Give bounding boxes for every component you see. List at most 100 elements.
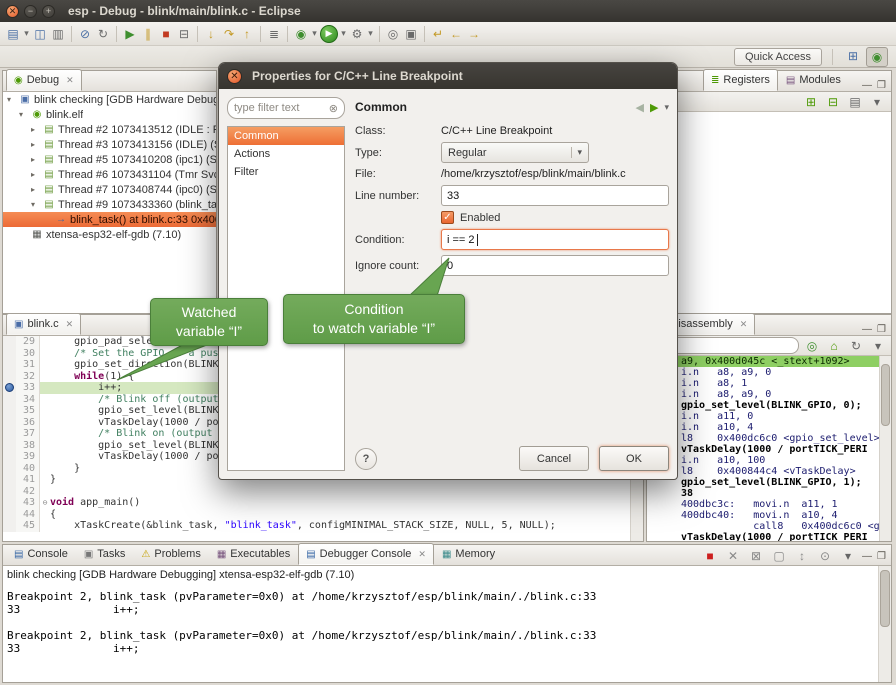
expand-arrow-icon[interactable]: ▸ xyxy=(31,140,40,149)
instruction-stepping-icon[interactable]: ≣ xyxy=(265,25,283,43)
dialog-titlebar[interactable]: ✕ Properties for C/C++ Line Breakpoint xyxy=(219,63,677,89)
expand-arrow-icon[interactable]: ▸ xyxy=(31,170,40,179)
forward-history-icon[interactable]: → xyxy=(465,25,483,43)
remove-all-launches-icon[interactable]: ⊠ xyxy=(747,547,765,565)
breakpoint-ruler[interactable] xyxy=(3,440,16,452)
breakpoint-ruler[interactable] xyxy=(3,382,16,394)
tab-modules[interactable]: ▤ Modules xyxy=(778,69,849,91)
tab-debugger-console[interactable]: ▤Debugger Console✕ xyxy=(298,543,434,565)
suspend-icon[interactable]: ∥ xyxy=(139,25,157,43)
breakpoint-ruler[interactable] xyxy=(3,405,16,417)
breakpoint-ruler[interactable] xyxy=(3,509,16,521)
maximize-button[interactable]: ❐ xyxy=(877,551,886,562)
scroll-lock-icon[interactable]: ↕ xyxy=(793,547,811,565)
view-menu-icon[interactable]: ▾ xyxy=(664,102,669,113)
breakpoint-ruler[interactable] xyxy=(3,394,16,406)
console-output[interactable]: blink checking [GDB Hardware Debugging] … xyxy=(3,566,879,682)
fold-marker[interactable]: ⊖ xyxy=(40,497,50,509)
debug-tree-item[interactable]: ▾▤Thread #9 1073433360 (blink_task xyxy=(3,197,216,212)
tab-debug[interactable]: ◉ Debug ✕ xyxy=(6,69,82,91)
breakpoint-ruler[interactable] xyxy=(3,451,16,463)
tab-blink-c[interactable]: ▣ blink.c ✕ xyxy=(6,313,81,335)
ok-button[interactable]: OK xyxy=(599,446,669,471)
disassembly-line[interactable]: i.n a8, a9, 0 xyxy=(647,389,880,400)
window-close-button[interactable]: ✕ xyxy=(6,5,19,18)
disassembly-line[interactable]: call8 0x400dc6c0 <gpio_set_level> xyxy=(647,521,880,532)
clear-console-icon[interactable]: ▢ xyxy=(770,547,788,565)
pin-console-icon[interactable]: ⊙ xyxy=(816,547,834,565)
sync-pc-icon[interactable]: ◎ xyxy=(803,337,821,355)
window-maximize-button[interactable]: + xyxy=(42,5,55,18)
breakpoint-ruler[interactable] xyxy=(3,486,16,498)
section-item-actions[interactable]: Actions xyxy=(228,145,344,163)
tab-console[interactable]: ▤Console xyxy=(6,543,76,565)
debug-tree-item[interactable]: ▦xtensa-esp32-elf-gdb (7.10) xyxy=(3,227,216,242)
refresh-icon[interactable]: ↻ xyxy=(847,337,865,355)
close-icon[interactable]: ✕ xyxy=(418,549,426,560)
disassembly-line[interactable]: vTaskDelay(1000 / portTICK_PERI xyxy=(647,444,880,455)
step-return-icon[interactable]: ↑ xyxy=(238,25,256,43)
debug-tree-item[interactable]: ▸▤Thread #5 1073410208 (ipc1) (Susp xyxy=(3,152,216,167)
disassembly-line[interactable]: l8 0x400844c4 <vTaskDelay> xyxy=(647,466,880,477)
new-wizard-icon[interactable]: ▤ xyxy=(4,25,22,43)
disassembly-scrollbar[interactable] xyxy=(879,356,891,541)
section-item-common[interactable]: Common xyxy=(228,127,344,145)
run-menu-icon[interactable]: ▾ xyxy=(339,25,348,43)
minimize-button[interactable]: — xyxy=(862,324,872,335)
expand-all-icon[interactable]: ⊞ xyxy=(802,93,820,111)
debug-tree-item[interactable]: ▾◉blink.elf xyxy=(3,107,216,122)
disassembly-line[interactable]: a9, 0x400d045c <_stext+1092> xyxy=(647,356,880,367)
ignore-count-input[interactable]: 0 xyxy=(441,255,669,276)
new-wizard-menu-icon[interactable]: ▾ xyxy=(22,25,31,43)
disassembly-line[interactable]: i.n a10, 4 xyxy=(647,422,880,433)
debug-tree-item[interactable]: ▸▤Thread #6 1073431104 (Tmr Svc) (S xyxy=(3,167,216,182)
debug-perspective-icon[interactable]: ◉ xyxy=(866,47,888,67)
condition-input[interactable]: i == 2 xyxy=(441,229,669,250)
terminate-icon[interactable]: ■ xyxy=(157,25,175,43)
debug-tree-item[interactable]: →blink_task() at blink.c:33 0x400db xyxy=(3,212,216,227)
expand-arrow-icon[interactable]: ▸ xyxy=(31,185,40,194)
disassembly-line[interactable]: 400dbc40: movi.n a10, 4 xyxy=(647,510,880,521)
back-history-icon[interactable]: ← xyxy=(447,25,465,43)
disassembly-line[interactable]: i.n a10, 100 xyxy=(647,455,880,466)
console-scrollbar[interactable] xyxy=(878,566,891,682)
debug-tree-item[interactable]: ▸▤Thread #2 1073413512 (IDLE : Runn xyxy=(3,122,216,137)
window-minimize-button[interactable]: − xyxy=(24,5,37,18)
open-perspective-icon[interactable]: ⊞ xyxy=(843,47,863,65)
breakpoint-ruler[interactable] xyxy=(3,359,16,371)
disassembly-line[interactable]: 400dbc3c: movi.n a11, 1 xyxy=(647,499,880,510)
debug-menu-icon[interactable]: ▾ xyxy=(310,25,319,43)
disassembly-line[interactable]: i.n a8, a9, 0 xyxy=(647,367,880,378)
breakpoint-ruler[interactable] xyxy=(3,463,16,475)
external-tools-icon[interactable]: ⚙ xyxy=(348,25,366,43)
disassembly-line[interactable]: l8 0x400dc6c0 <gpio_set_level> xyxy=(647,433,880,444)
dialog-close-button[interactable]: ✕ xyxy=(227,69,242,84)
tab-executables[interactable]: ▦Executables xyxy=(209,543,298,565)
debug-tree-item[interactable]: ▸▤Thread #7 1073408744 (ipc0) (Susp xyxy=(3,182,216,197)
disassembly-line[interactable]: vTaskDelay(1000 / portTICK_PERI xyxy=(647,532,880,541)
editor-line[interactable]: 45 xTaskCreate(&blink_task, "blink_task"… xyxy=(3,520,631,532)
forward-icon[interactable]: ▶ xyxy=(650,101,658,114)
tab-tasks[interactable]: ▣Tasks xyxy=(76,543,134,565)
disassembly-line[interactable]: 38 xyxy=(647,488,880,499)
collapse-all-icon[interactable]: ⊟ xyxy=(824,93,842,111)
print-icon[interactable]: ▥ xyxy=(49,25,67,43)
tab-memory[interactable]: ▦Memory xyxy=(434,543,503,565)
clear-filter-icon[interactable]: ⊗ xyxy=(329,102,338,115)
breakpoint-ruler[interactable] xyxy=(3,336,16,348)
breakpoint-ruler[interactable] xyxy=(3,474,16,486)
minimize-button[interactable]: — xyxy=(862,80,872,91)
expand-arrow-icon[interactable]: ▾ xyxy=(19,110,28,119)
type-dropdown[interactable]: Regular ▾ xyxy=(441,142,589,163)
resume-icon[interactable]: ▶ xyxy=(121,25,139,43)
expand-arrow-icon[interactable]: ▾ xyxy=(7,95,16,104)
console-menu-icon[interactable]: ▾ xyxy=(839,547,857,565)
external-tools-menu-icon[interactable]: ▾ xyxy=(366,25,375,43)
back-icon[interactable]: ◀ xyxy=(636,101,644,114)
editor-line[interactable]: 44{ xyxy=(3,509,631,521)
step-over-icon[interactable]: ↷ xyxy=(220,25,238,43)
last-edit-location-icon[interactable]: ↵ xyxy=(429,25,447,43)
restart-icon[interactable]: ↻ xyxy=(94,25,112,43)
debug-tree[interactable]: ▾▣blink checking [GDB Hardware Debug▾◉bl… xyxy=(3,92,216,313)
view-menu-icon[interactable]: ▾ xyxy=(869,337,887,355)
